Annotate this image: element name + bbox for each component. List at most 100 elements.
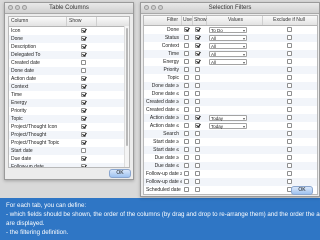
show-checkbox[interactable] — [80, 83, 86, 89]
exclude-null-checkbox[interactable] — [287, 195, 292, 196]
exclude-null-checkbox[interactable] — [286, 162, 292, 168]
use-checkbox[interactable] — [184, 146, 189, 152]
zoom-window-button[interactable] — [158, 5, 163, 10]
exclude-null-checkbox[interactable] — [286, 58, 292, 64]
filter-row[interactable]: Done To Do — [144, 26, 317, 34]
column-row[interactable]: Done — [9, 35, 129, 43]
show-checkbox[interactable] — [80, 147, 86, 153]
use-checkbox[interactable] — [184, 154, 189, 160]
filter-row[interactable]: Created date ≥ — [144, 98, 317, 106]
column-row[interactable]: Project/Thought Topic — [9, 139, 129, 147]
column-row[interactable]: Follow-up date — [9, 163, 129, 167]
show-checkbox[interactable] — [195, 42, 200, 48]
show-checkbox[interactable] — [195, 138, 200, 144]
filter-row[interactable]: Search — [144, 130, 317, 138]
exclude-null-checkbox[interactable] — [286, 106, 292, 112]
show-checkbox[interactable] — [80, 27, 86, 33]
minimize-window-button[interactable] — [151, 5, 156, 10]
use-checkbox[interactable] — [184, 98, 189, 104]
filter-header-exclude-if-null[interactable]: Exclude if Null — [263, 16, 313, 25]
exclude-null-checkbox[interactable] — [286, 138, 292, 144]
use-checkbox[interactable] — [184, 34, 189, 40]
show-checkbox[interactable] — [80, 91, 86, 97]
exclude-null-checkbox[interactable] — [286, 90, 292, 96]
show-checkbox[interactable] — [195, 58, 200, 64]
exclude-null-checkbox[interactable] — [286, 146, 292, 152]
show-checkbox[interactable] — [195, 98, 200, 104]
show-checkbox[interactable] — [195, 154, 200, 160]
use-checkbox[interactable] — [184, 178, 189, 184]
column-row[interactable]: Time — [9, 91, 129, 99]
column-row[interactable]: Priority — [9, 107, 129, 115]
use-checkbox[interactable] — [184, 50, 189, 56]
show-checkbox[interactable] — [80, 67, 86, 73]
show-checkbox[interactable] — [195, 178, 200, 184]
show-checkbox[interactable] — [195, 82, 200, 88]
value-select[interactable]: All — [209, 58, 247, 66]
selection-filters-titlebar[interactable]: Selection Filters — [141, 3, 319, 14]
show-checkbox[interactable] — [80, 163, 86, 167]
show-checkbox[interactable] — [80, 75, 86, 81]
column-row[interactable]: Delegated To — [9, 51, 129, 59]
value-select[interactable]: All — [209, 50, 247, 58]
use-checkbox[interactable] — [184, 195, 189, 196]
use-checkbox[interactable] — [184, 122, 189, 128]
use-checkbox[interactable] — [184, 74, 189, 80]
table-columns-ok-button[interactable]: OK — [109, 169, 131, 178]
show-checkbox[interactable] — [195, 195, 200, 196]
filter-row[interactable]: Created date ≤ — [144, 106, 317, 114]
selection-filters-ok-button[interactable]: OK — [291, 186, 313, 195]
exclude-null-checkbox[interactable] — [286, 154, 292, 160]
close-window-button[interactable] — [144, 5, 149, 10]
show-checkbox[interactable] — [195, 114, 200, 120]
show-checkbox[interactable] — [80, 59, 86, 65]
use-checkbox[interactable] — [184, 66, 189, 72]
show-checkbox[interactable] — [195, 146, 200, 152]
show-checkbox[interactable] — [195, 90, 200, 96]
close-window-button[interactable] — [8, 5, 13, 10]
filter-row[interactable]: Topic — [144, 74, 317, 82]
exclude-null-checkbox[interactable] — [286, 66, 292, 72]
show-checkbox[interactable] — [80, 139, 86, 145]
show-checkbox[interactable] — [195, 34, 200, 40]
column-row[interactable]: Context — [9, 83, 129, 91]
exclude-null-checkbox[interactable] — [286, 42, 292, 48]
column-row[interactable]: Topic — [9, 115, 129, 123]
use-checkbox[interactable] — [184, 130, 189, 136]
exclude-null-checkbox[interactable] — [286, 50, 292, 56]
exclude-null-checkbox[interactable] — [286, 130, 292, 136]
exclude-null-checkbox[interactable] — [286, 114, 292, 120]
show-checkbox[interactable] — [195, 122, 200, 128]
use-checkbox[interactable] — [184, 82, 189, 88]
use-checkbox[interactable] — [184, 170, 189, 176]
use-checkbox[interactable] — [184, 186, 189, 192]
filter-row[interactable]: Follow-up date ≤ — [144, 178, 317, 186]
use-checkbox[interactable] — [184, 106, 189, 112]
column-header-show[interactable]: Show — [67, 17, 97, 26]
use-checkbox[interactable] — [184, 26, 189, 32]
value-select[interactable]: Today — [209, 122, 247, 130]
column-header-column[interactable]: Column — [9, 17, 67, 26]
exclude-null-checkbox[interactable] — [286, 26, 292, 32]
zoom-window-button[interactable] — [22, 5, 27, 10]
columns-scrollbar[interactable] — [124, 26, 129, 167]
show-checkbox[interactable] — [80, 155, 86, 161]
column-row[interactable]: Created date — [9, 59, 129, 67]
show-checkbox[interactable] — [80, 51, 86, 57]
filter-row[interactable]: Done date ≥ — [144, 82, 317, 90]
filter-row[interactable]: Follow-up date ≥ — [144, 170, 317, 178]
column-row[interactable]: Due date — [9, 155, 129, 163]
filter-header-show[interactable]: Show — [193, 16, 207, 25]
show-checkbox[interactable] — [195, 170, 200, 176]
use-checkbox[interactable] — [184, 114, 189, 120]
filter-row[interactable]: Status All — [144, 34, 317, 42]
show-checkbox[interactable] — [195, 130, 200, 136]
filter-row[interactable]: Context All — [144, 42, 317, 50]
filter-header-use[interactable]: Use — [182, 16, 193, 25]
use-checkbox[interactable] — [184, 162, 189, 168]
filter-row[interactable]: Start date ≥ — [144, 138, 317, 146]
filter-row[interactable]: Done date ≤ — [144, 90, 317, 98]
use-checkbox[interactable] — [184, 138, 189, 144]
table-columns-titlebar[interactable]: Table Columns — [5, 3, 133, 14]
column-row[interactable]: Action date — [9, 75, 129, 83]
